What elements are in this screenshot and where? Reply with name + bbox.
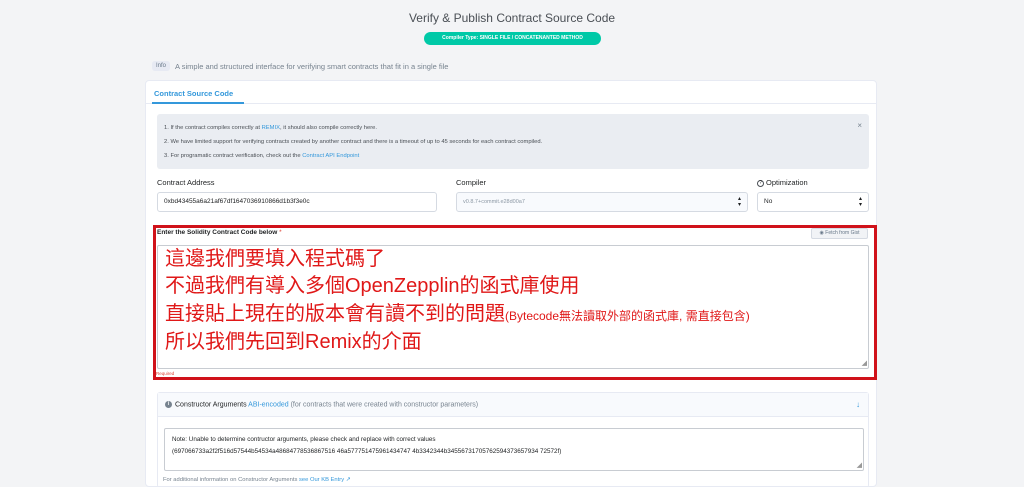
contract-address-label: Contract Address (157, 178, 215, 187)
resize-grip-icon[interactable]: ◢ (862, 360, 867, 367)
required-mark: * (279, 229, 282, 236)
constructor-note-line: Note: Unable to determine contructor arg… (172, 436, 436, 443)
compiler-select[interactable]: v0.8.7+commit.e28d00a7 ▴ ▾ (456, 192, 748, 212)
external-link-icon: ↗ (344, 477, 351, 483)
constructor-footer: For additional information on Constructo… (163, 477, 351, 483)
info-row: Info A simple and structured interface f… (152, 61, 448, 71)
source-code-label: Enter the Solidity Contract Code below * (157, 229, 282, 236)
info-alert: 1. If the contract compiles correctly at… (157, 114, 869, 169)
constructor-arguments-panel: i Constructor Arguments ABI-encoded (for … (157, 392, 869, 487)
info-text: A simple and structured interface for ve… (175, 61, 449, 71)
compiler-label: Compiler (456, 178, 487, 187)
compiler-type-badge: Compiler Type: SINGLE FILE / CONCATENANT… (424, 32, 601, 45)
tab-contract-source-code[interactable]: Contract Source Code (154, 89, 233, 98)
contract-api-link[interactable]: Contract API Endpoint (302, 153, 359, 159)
constructor-arguments-title: i Constructor Arguments ABI-encoded (for … (165, 401, 478, 408)
compiler-select-value: v0.8.7+commit.e28d00a7 (463, 199, 525, 205)
close-icon[interactable]: × (857, 121, 862, 130)
optimization-label: ? Optimization (757, 178, 808, 187)
kb-entry-link[interactable]: see Our KB Entry (299, 477, 344, 483)
resize-grip-icon[interactable]: ◢ (857, 462, 862, 469)
page-title: Verify & Publish Contract Source Code (408, 11, 616, 25)
info-circle-icon: i (165, 401, 172, 408)
tab-active-indicator (152, 102, 244, 104)
sort-arrows-icon: ▴ ▾ (858, 196, 862, 208)
help-circle-icon: ? (757, 179, 764, 187)
verify-card: Contract Source Code 1. If the contract … (145, 80, 877, 487)
chevron-down-icon[interactable]: ↓ (856, 400, 860, 409)
remix-link[interactable]: REMIX (262, 125, 280, 131)
sort-arrows-icon: ▴ ▾ (737, 196, 741, 208)
alert-line-2: 2. We have limited support for verifying… (164, 139, 543, 145)
code-text-line-2: 不過我們有導入多個OpenZepplin的函式庫使用 (165, 275, 580, 297)
constructor-arguments-textarea[interactable]: Note: Unable to determine contructor arg… (164, 428, 864, 471)
constructor-value-line: (697066733a2f2f516d57544b54534a486847785… (172, 448, 562, 455)
tab-bar: Contract Source Code (146, 81, 876, 104)
optimization-select[interactable]: No ▴ ▾ (757, 192, 869, 212)
code-text-line-1: 這邊我們要填入程式碼了 (165, 248, 385, 270)
abi-encoded-link[interactable]: ABI-encoded (248, 401, 288, 408)
code-text-line-3: 直接貼上現在的版本會有讀不到的問題(Bytecode無法讀取外部的函式庫, 需直… (165, 303, 750, 325)
required-text: Required (156, 371, 175, 376)
constructor-arguments-header[interactable]: i Constructor Arguments ABI-encoded (for … (158, 393, 868, 417)
alert-line-3: 3. For programatic contract verification… (164, 153, 360, 159)
code-text-line-4: 所以我們先回到Remix的介面 (165, 331, 422, 353)
info-tag: Info (152, 61, 171, 71)
alert-line-1: 1. If the contract compiles correctly at… (164, 125, 377, 131)
contract-address-input[interactable]: 0xbd43455a6a21af67df1647036910866d1b3f3e… (157, 192, 437, 212)
optimization-select-value: No (764, 198, 773, 205)
fetch-from-gist-button[interactable]: ◉ Fetch from Gist (811, 228, 868, 239)
source-code-textarea[interactable]: 這邊我們要填入程式碼了 不過我們有導入多個OpenZepplin的函式庫使用 直… (157, 245, 869, 369)
